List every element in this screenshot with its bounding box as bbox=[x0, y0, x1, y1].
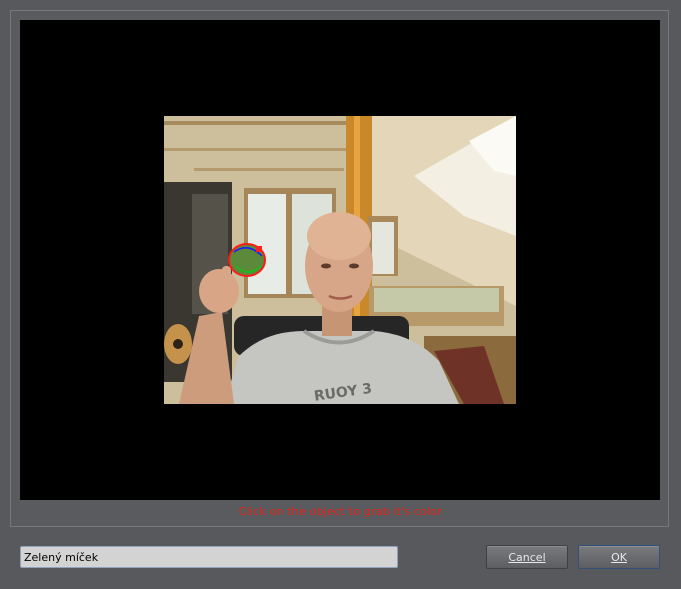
cancel-button[interactable]: Cancel bbox=[486, 545, 568, 569]
object-name-input[interactable] bbox=[20, 546, 398, 568]
ok-button[interactable]: OK bbox=[578, 545, 660, 569]
camera-photo: RUOY 3 bbox=[164, 116, 516, 404]
camera-viewport[interactable]: RUOY 3 bbox=[20, 20, 660, 500]
instruction-text: Click on the object to grab it's color bbox=[238, 505, 443, 518]
camera-image[interactable]: RUOY 3 bbox=[164, 116, 516, 404]
ok-button-label: OK bbox=[611, 550, 627, 564]
cancel-button-label: Cancel bbox=[508, 550, 546, 564]
